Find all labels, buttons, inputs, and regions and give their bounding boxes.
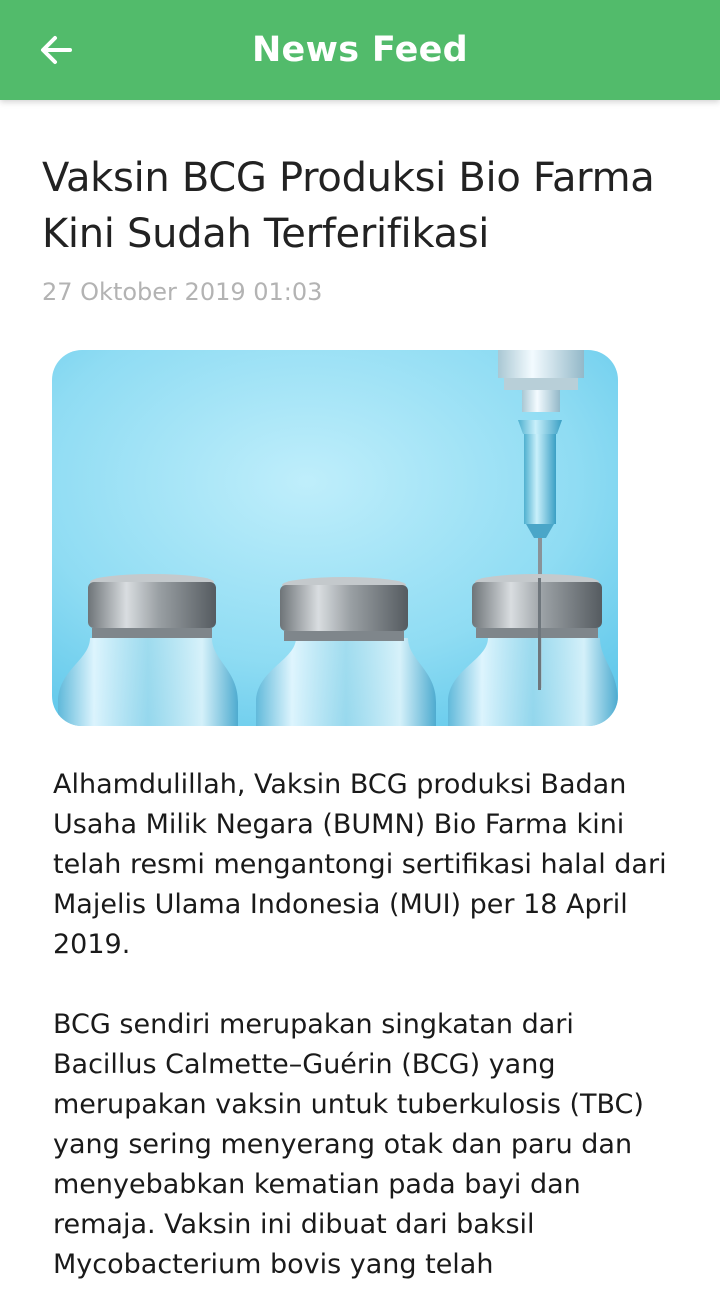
article-paragraph: Alhamdulillah, Vaksin BCG produksi Badan… — [53, 769, 667, 960]
article-image — [52, 350, 618, 726]
article-body: Alhamdulillah, Vaksin BCG produksi Badan… — [53, 765, 673, 1300]
article-date: 27 Oktober 2019 01:03 — [42, 278, 323, 306]
page-title: News Feed — [251, 30, 469, 70]
article-content[interactable]: Vaksin BCG Produksi Bio Farma Kini Sudah… — [0, 100, 720, 1300]
app-bar: News Feed — [0, 0, 720, 100]
article-paragraph: BCG sendiri merupakan singkatan dari Bac… — [53, 1009, 644, 1280]
article-title: Vaksin BCG Produksi Bio Farma Kini Sudah… — [42, 155, 655, 257]
arrow-left-icon — [41, 36, 72, 64]
back-button[interactable] — [28, 22, 84, 78]
